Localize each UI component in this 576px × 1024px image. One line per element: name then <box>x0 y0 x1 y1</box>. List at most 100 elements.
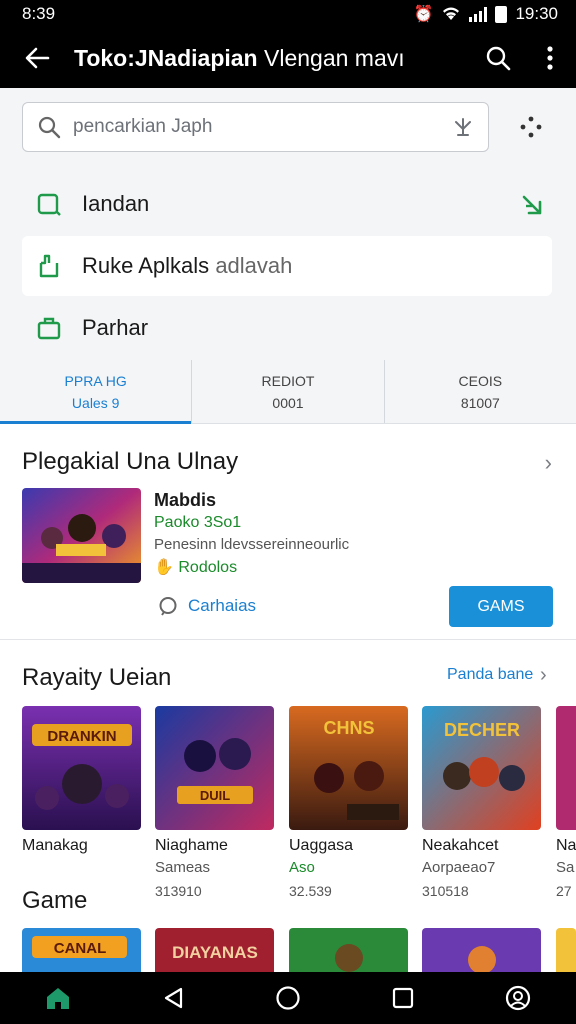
app-card-art: DECHER <box>422 706 541 830</box>
see-more-link[interactable]: Panda bane <box>447 666 533 684</box>
square-arrow-icon <box>37 193 61 216</box>
art-title: DIAYANAS <box>172 943 258 962</box>
art-title: DRANKIN <box>47 728 116 745</box>
app-card-name: Niaghame <box>155 837 228 854</box>
overflow-menu-button[interactable] <box>524 46 576 70</box>
art-title: CANAL <box>54 940 107 957</box>
art-title: DECHER <box>444 720 520 740</box>
home-tab-button[interactable] <box>28 985 88 1011</box>
app-card-art: CHNS <box>289 706 408 830</box>
tab-label: PPRA HG <box>64 372 127 389</box>
featured-thumbnail[interactable] <box>22 488 141 583</box>
menu-item-label: Parhar <box>82 315 149 340</box>
menu-item-home[interactable]: Iandan <box>22 174 552 234</box>
status-right: ⏰ 19:30 <box>414 4 558 24</box>
game-art-image <box>22 488 141 583</box>
popular-heading: Rayaity Ueian <box>22 664 172 691</box>
app-card[interactable]: DUIL Niaghame Sameas 313910 <box>155 706 274 899</box>
search-button[interactable] <box>472 45 524 71</box>
menu-item-label: Iandan <box>82 191 150 216</box>
trending-arrow-icon[interactable] <box>520 192 546 218</box>
status-bar: 8:39 ⏰ 19:30 <box>0 0 576 28</box>
status-left-time: 8:39 <box>22 4 56 23</box>
menu-item-purchase[interactable]: Parhar <box>22 298 552 358</box>
system-nav-bar <box>0 972 576 1024</box>
search-placeholder: pencarkian Japh <box>73 116 213 137</box>
app-card[interactable]: Na Sa 27 <box>556 706 576 899</box>
search-input[interactable]: pencarkian Japh <box>22 102 489 152</box>
featured-price: Paoko 3So1 <box>154 514 242 531</box>
nav-back-button[interactable] <box>143 986 203 1010</box>
get-game-button[interactable]: GAMS <box>449 586 553 627</box>
back-button[interactable] <box>0 46 74 70</box>
title-bold: Toko:JNadiapian <box>74 44 258 71</box>
wifi-icon <box>443 7 460 20</box>
app-card-name: Uaggasa <box>289 837 354 854</box>
app-card-sub: Sa <box>556 859 575 876</box>
signal-icon <box>469 6 488 22</box>
profile-button[interactable] <box>488 984 548 1012</box>
app-card[interactable]: DRANKIN Manakag <box>22 706 141 862</box>
comments-link[interactable]: Carhaias <box>158 596 256 616</box>
phone-app-icon <box>39 254 59 278</box>
featured-heading: Plegakial Una Ulnay <box>22 448 239 475</box>
app-card-count: 32.539 <box>289 883 332 899</box>
art-title: CHNS <box>323 718 374 738</box>
app-card[interactable]: DECHER Neakahcet Aorpaeao7 310518 <box>422 706 541 899</box>
nav-recents-button[interactable] <box>373 986 433 1010</box>
game-card[interactable]: CANAL <box>22 928 141 974</box>
game-card[interactable] <box>556 928 576 974</box>
screen: 8:39 ⏰ 19:30 Toko:JNadiapian Vlengan mav… <box>0 0 576 1024</box>
voice-icon[interactable] <box>452 116 474 138</box>
hand-icon: ✋ <box>154 559 174 576</box>
filter-icon[interactable] <box>516 112 546 142</box>
app-card-sub: Aso <box>289 859 315 876</box>
circle-home-icon <box>276 986 300 1010</box>
game-art-image <box>556 928 576 974</box>
game-card[interactable] <box>289 928 408 974</box>
game-art-image: CANAL <box>22 928 141 974</box>
chevron-right-icon[interactable]: › <box>540 664 547 687</box>
comments-label: Carhaias <box>188 596 257 615</box>
game-card[interactable] <box>422 928 541 974</box>
status-right-time: 19:30 <box>515 4 558 23</box>
back-arrow-icon <box>25 47 50 69</box>
page-title: Toko:JNadiapian Vlengan mavı <box>74 45 472 72</box>
comment-icon <box>159 597 177 616</box>
battery-icon <box>495 5 508 23</box>
triangle-back-icon <box>164 987 182 1009</box>
app-card-sub: Sameas <box>155 859 211 876</box>
more-vert-icon <box>547 46 553 70</box>
art-title: DUIL <box>200 788 230 803</box>
tab-value: Uales 9 <box>71 394 120 411</box>
game-art-image <box>422 928 541 974</box>
profile-icon <box>506 985 531 1011</box>
game-art-image <box>289 928 408 974</box>
tab-value: 81007 <box>460 394 500 411</box>
tab-label: CEOIS <box>458 372 503 389</box>
game-card[interactable]: DIAYANAS <box>155 928 274 974</box>
tab-third[interactable]: CEOIS 81007 <box>383 360 576 423</box>
alarm-icon: ⏰ <box>413 6 434 23</box>
chevron-right-icon[interactable]: › <box>545 450 552 476</box>
app-card-name: Na <box>556 837 576 854</box>
title-rest: Vlengan mavı <box>264 44 405 71</box>
app-card-art: DUIL <box>155 706 274 830</box>
app-card-name: Neakahcet <box>422 837 499 854</box>
category-menu: Iandan Ruke Aplkals adlavah Parhar <box>0 164 576 360</box>
app-card-art: DRANKIN <box>22 706 141 830</box>
app-card[interactable]: CHNS Uaggasa Aso 32.539 <box>289 706 408 899</box>
app-card-name: Manakag <box>22 837 88 854</box>
tab-second[interactable]: REDIOT 0001 <box>191 360 383 423</box>
app-card-count: 27 <box>556 883 572 899</box>
stats-tabs: PPRA HG Uales 9 REDIOT 0001 CEOIS 81007 <box>0 360 576 424</box>
game-art-image: DECHER <box>422 706 541 830</box>
nav-home-button[interactable] <box>258 985 318 1011</box>
tab-label: REDIOT <box>261 372 315 389</box>
featured-rating-text: Rodolos <box>178 559 238 576</box>
square-recents-icon <box>393 987 414 1009</box>
menu-item-apps[interactable]: Ruke Aplkals adlavah <box>22 236 552 296</box>
bag-icon <box>37 317 61 340</box>
tab-first[interactable]: PPRA HG Uales 9 <box>0 360 192 424</box>
tab-value: 0001 <box>272 394 304 411</box>
